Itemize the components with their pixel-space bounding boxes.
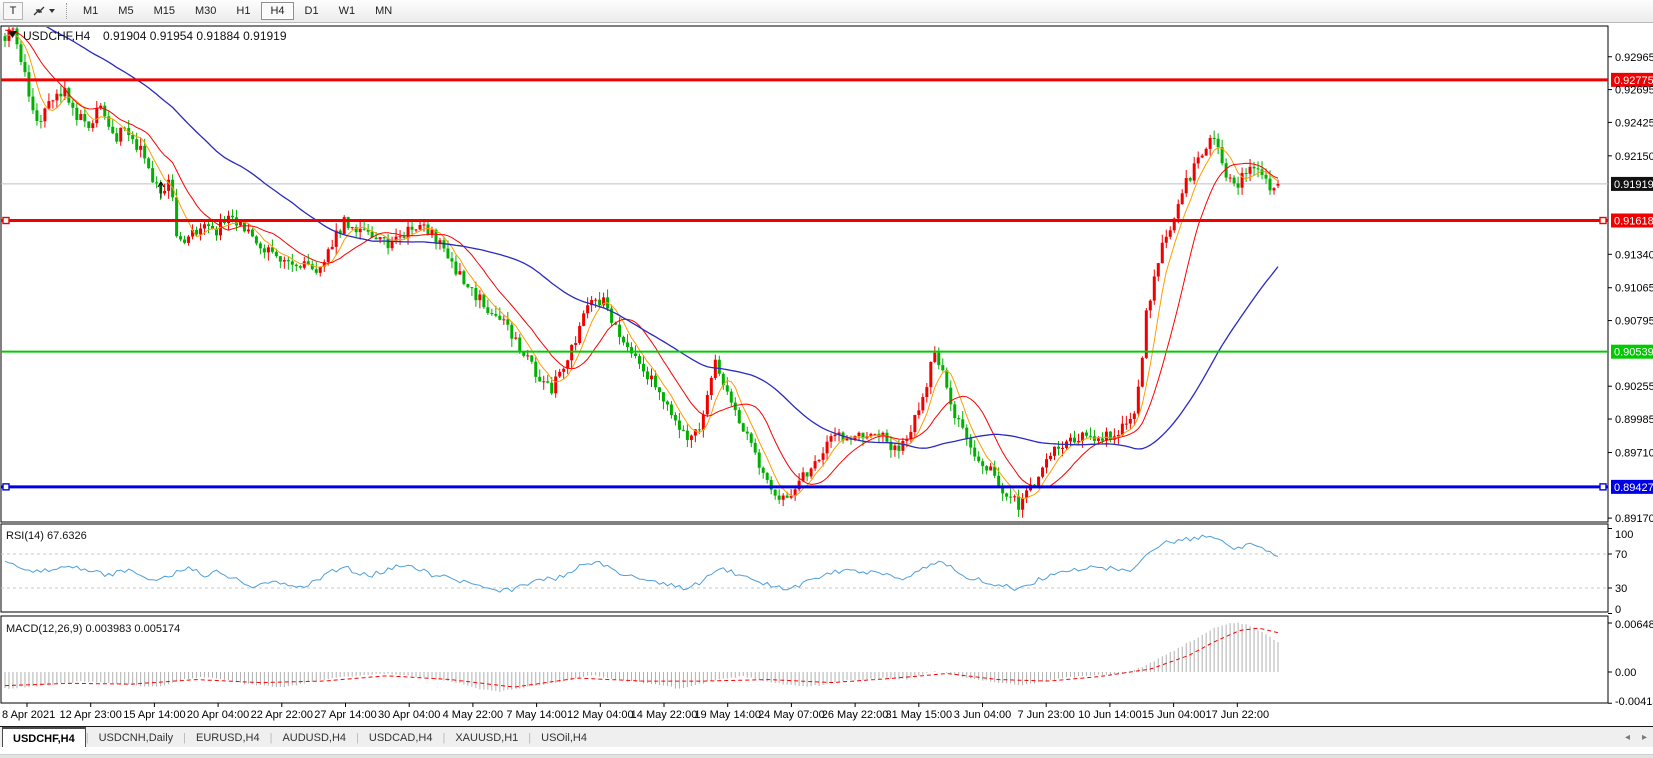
time-axis-label: 3 Jun 04:00 — [954, 709, 1012, 721]
tab-audusd-h4[interactable]: AUDUSD,H4 — [272, 727, 356, 748]
tab-usdchf-h4[interactable]: USDCHF,H4 — [2, 727, 86, 748]
hline-price-label: 0.90539 — [1614, 347, 1653, 359]
chart-title-symbol: USDCHF,H4 — [23, 29, 91, 43]
price-axis-label: 0.91340 — [1615, 249, 1653, 261]
rsi-axis-label: 30 — [1615, 583, 1627, 595]
time-axis-label: 24 May 07:00 — [758, 709, 825, 721]
hline-price-label: 0.89427 — [1614, 482, 1653, 494]
price-axis-label: 0.92965 — [1615, 52, 1653, 64]
price-chart[interactable]: 0.927750.916180.905390.894270.919190.929… — [0, 0, 1653, 725]
time-axis-label: 4 May 22:00 — [443, 709, 504, 721]
status-strip — [0, 747, 1653, 758]
time-axis-label: 26 May 22:00 — [822, 709, 889, 721]
rsi-axis-label: 0 — [1615, 604, 1621, 616]
tab-scroll-right-icon[interactable]: ▸ — [1642, 732, 1647, 743]
time-axis-label: 31 May 15:00 — [885, 709, 952, 721]
tab-usdcnh-daily[interactable]: USDCNH,Daily — [89, 727, 184, 748]
time-axis[interactable]: 8 Apr 2021 12 Apr 23:00 15 Apr 14:00 20 Apr… — [2, 703, 1269, 721]
macd-axis-label: 0.00 — [1615, 667, 1636, 679]
time-axis-label: 10 Jun 14:00 — [1078, 709, 1142, 721]
tab-xauusd-h1[interactable]: XAUUSD,H1 — [445, 727, 528, 748]
time-axis-label: 30 Apr 04:00 — [378, 709, 440, 721]
price-axis-label: 0.89170 — [1615, 513, 1653, 525]
price-axis-label: 0.90255 — [1615, 381, 1653, 393]
rsi-axis-label: 70 — [1615, 549, 1627, 561]
price-axis-label: 0.92695 — [1615, 85, 1653, 97]
time-axis-label: 15 Jun 04:00 — [1142, 709, 1206, 721]
time-axis-label: 19 May 14:00 — [694, 709, 761, 721]
chart-tab-strip: USDCHF,H4 | USDCNH,Daily | EURUSD,H4 | AUDUSD,… — [0, 726, 1653, 748]
price-axis-label: 0.89985 — [1615, 414, 1653, 426]
time-axis-label: 14 May 22:00 — [631, 709, 698, 721]
tab-usoil-h4[interactable]: USOil,H4 — [531, 727, 597, 748]
time-axis-label: 22 Apr 22:00 — [251, 709, 313, 721]
time-axis-label: 20 Apr 04:00 — [187, 709, 249, 721]
time-axis-label: 12 Apr 23:00 — [60, 709, 122, 721]
macd-panel — [0, 615, 1609, 704]
main-panel — [0, 25, 1609, 523]
current-price-label: 0.91919 — [1614, 179, 1653, 191]
time-axis-label: 7 Jun 23:00 — [1017, 709, 1075, 721]
hline-handle-right[interactable] — [1599, 483, 1607, 491]
rsi-panel — [0, 523, 1609, 613]
time-axis-label: 17 Jun 22:00 — [1205, 709, 1269, 721]
tab-usdcad-h4[interactable]: USDCAD,H4 — [359, 727, 443, 748]
price-axis[interactable]: 0.92965 0.92695 0.92425 0.92150 0.91340 0.910… — [1608, 52, 1653, 525]
price-axis-label: 0.92425 — [1615, 117, 1653, 129]
chart-title-ohlc: 0.91904 0.91954 0.91884 0.91919 — [103, 29, 287, 43]
tab-scroll-buttons: ◂ ▸ — [1625, 727, 1647, 747]
macd-axis-label: -0.00413 — [1615, 696, 1653, 708]
price-axis-label: 0.91065 — [1615, 283, 1653, 295]
tab-eurusd-h4[interactable]: EURUSD,H4 — [186, 727, 270, 748]
macd-label: MACD(12,26,9) 0.003983 0.005174 — [6, 623, 180, 635]
hline-handle-left[interactable] — [2, 483, 10, 491]
time-axis-label: 12 May 04:00 — [567, 709, 634, 721]
rsi-label: RSI(14) 67.6326 — [6, 530, 87, 542]
time-axis-label: 7 May 14:00 — [506, 709, 567, 721]
time-axis-label: 27 Apr 14:00 — [314, 709, 376, 721]
macd-axis-label: 0.00648 — [1615, 619, 1653, 631]
time-axis-label: 15 Apr 14:00 — [123, 709, 185, 721]
hline-handle-right[interactable] — [1599, 216, 1607, 225]
hline-price-label: 0.91618 — [1614, 216, 1653, 228]
hline-handle-left[interactable] — [2, 216, 10, 225]
price-axis-label: 0.90795 — [1615, 316, 1653, 328]
rsi-axis-label: 100 — [1615, 529, 1633, 541]
tab-scroll-left-icon[interactable]: ◂ — [1625, 732, 1630, 743]
time-axis-label: 8 Apr 2021 — [2, 709, 55, 721]
price-axis-label: 0.92150 — [1615, 151, 1653, 163]
price-axis-label: 0.89710 — [1615, 447, 1653, 459]
